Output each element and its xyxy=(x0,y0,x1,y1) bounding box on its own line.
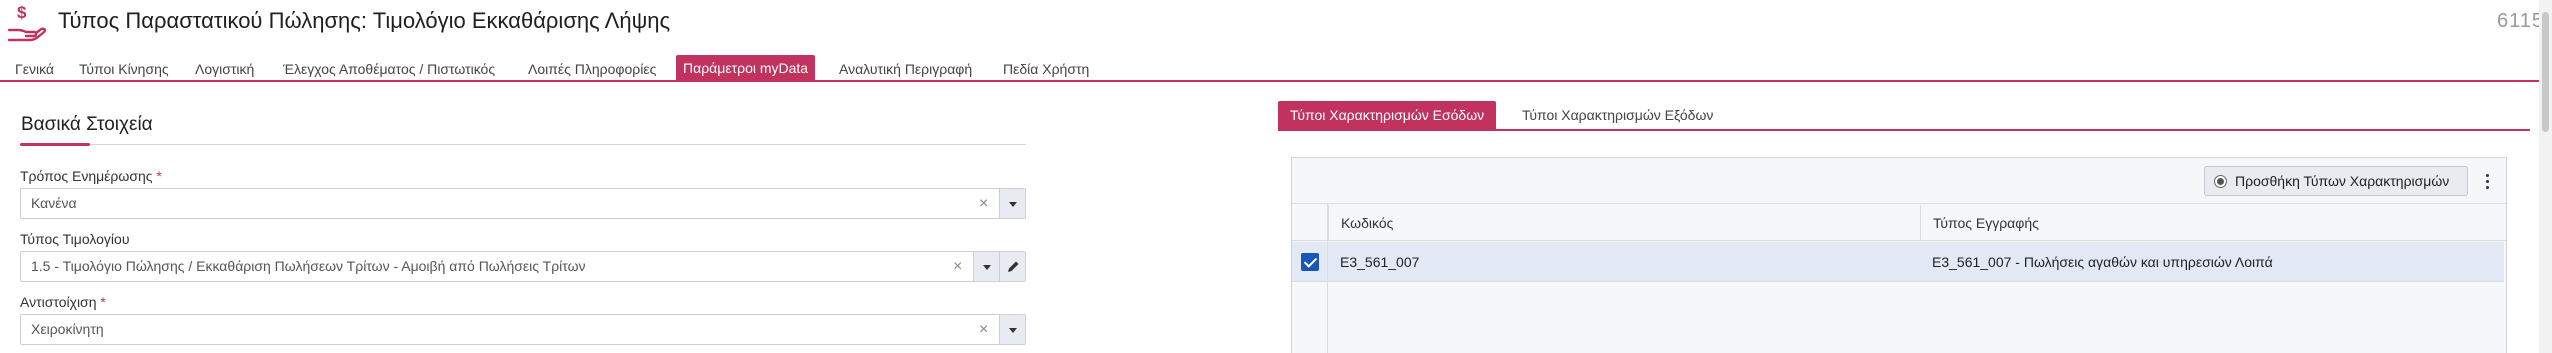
scrollbar-thumb[interactable] xyxy=(2542,12,2549,132)
chevron-down-icon[interactable] xyxy=(999,189,1025,218)
page-header: $ Τύπος Παραστατικού Πώλησης: Τιμολόγιο … xyxy=(0,0,2552,48)
table-row[interactable]: E3_561_007 E3_561_007 - Πωλήσεις αγαθών … xyxy=(1292,242,2504,282)
page-scrollbar[interactable] xyxy=(2539,0,2552,353)
clear-icon[interactable]: × xyxy=(953,252,962,281)
cell-code: E3_561_007 xyxy=(1340,254,1420,270)
column-divider xyxy=(1327,204,1328,353)
add-characterization-types-button[interactable]: Προσθήκη Τύπων Χαρακτηρισμών xyxy=(2204,166,2468,196)
mapping-value: Χειροκίνητη xyxy=(31,321,104,337)
tab-general[interactable]: Γενικά xyxy=(8,57,61,81)
tab-accounting[interactable]: Λογιστική xyxy=(188,57,261,81)
update-mode-value: Κανένα xyxy=(31,195,77,211)
characterization-tabs: Τύποι Χαρακτηρισμών Εσόδων Τύποι Χαρακτη… xyxy=(1278,101,2530,131)
clear-icon[interactable]: × xyxy=(979,315,988,344)
section-accent xyxy=(20,143,90,146)
grid-toolbar: Προσθήκη Τύπων Χαρακτηρισμών xyxy=(1292,158,2506,204)
record-code: 6115 xyxy=(2496,10,2544,32)
column-header-entry-type[interactable]: Τύπος Εγγραφής xyxy=(1920,205,2504,241)
page-title: Τύπος Παραστατικού Πώλησης: Τιμολόγιο Εκ… xyxy=(58,8,671,33)
pencil-icon[interactable] xyxy=(999,252,1025,281)
tab-income-characterizations[interactable]: Τύποι Χαρακτηρισμών Εσόδων xyxy=(1278,101,1497,129)
update-mode-label: Τρόπος Ενημέρωσης * xyxy=(20,168,162,184)
main-tabs: Γενικά Τύποι Κίνησης Λογιστική Έλεγχος Α… xyxy=(0,54,2552,82)
required-marker: * xyxy=(156,168,162,184)
chevron-down-icon[interactable] xyxy=(999,315,1025,344)
tab-mydata-params[interactable]: Παράμετροι myData xyxy=(676,55,816,81)
svg-text:$: $ xyxy=(17,3,27,22)
tab-detailed-description[interactable]: Αναλυτική Περιγραφή xyxy=(832,57,979,81)
invoice-type-label: Τύπος Τιμολογίου xyxy=(20,231,130,247)
invoice-type-select[interactable]: 1.5 - Τιμολόγιο Πώλησης / Εκκαθάριση Πωλ… xyxy=(20,251,1026,282)
section-title: Βασικά Στοιχεία xyxy=(21,114,153,135)
characterizations-grid: Προσθήκη Τύπων Χαρακτηρισμών Κωδικός Τύπ… xyxy=(1291,157,2507,353)
chevron-down-icon[interactable] xyxy=(973,252,999,281)
row-checkbox[interactable] xyxy=(1301,253,1319,271)
select-column-header[interactable] xyxy=(1292,205,1328,241)
hand-dollar-icon: $ xyxy=(7,3,47,42)
cell-entry-type: E3_561_007 - Πωλήσεις αγαθών και υπηρεσι… xyxy=(1932,254,2273,270)
grid-header: Κωδικός Τύπος Εγγραφής xyxy=(1292,205,2506,241)
tab-user-fields[interactable]: Πεδία Χρήστη xyxy=(996,57,1096,81)
section-divider xyxy=(20,144,1026,145)
mapping-select[interactable]: Χειροκίνητη × xyxy=(20,314,1026,345)
required-marker: * xyxy=(100,294,106,310)
update-mode-select[interactable]: Κανένα × xyxy=(20,188,1026,219)
more-options-icon[interactable] xyxy=(2482,171,2494,191)
tab-movement-types[interactable]: Τύποι Κίνησης xyxy=(72,57,176,81)
tab-other-info[interactable]: Λοιπές Πληροφορίες xyxy=(521,57,663,81)
invoice-type-value: 1.5 - Τιμολόγιο Πώλησης / Εκκαθάριση Πωλ… xyxy=(31,258,586,274)
column-header-code[interactable]: Κωδικός xyxy=(1328,205,1956,241)
mapping-label: Αντιστοίχιση * xyxy=(20,294,106,310)
clear-icon[interactable]: × xyxy=(979,189,988,218)
tab-stock-check[interactable]: Έλεγχος Αποθέματος / Πιστωτικός xyxy=(276,57,502,81)
tab-expense-characterizations[interactable]: Τύποι Χαρακτηρισμών Εξόδων xyxy=(1510,101,1725,129)
radio-icon xyxy=(2214,175,2227,188)
add-button-label: Προσθήκη Τύπων Χαρακτηρισμών xyxy=(2235,173,2450,189)
